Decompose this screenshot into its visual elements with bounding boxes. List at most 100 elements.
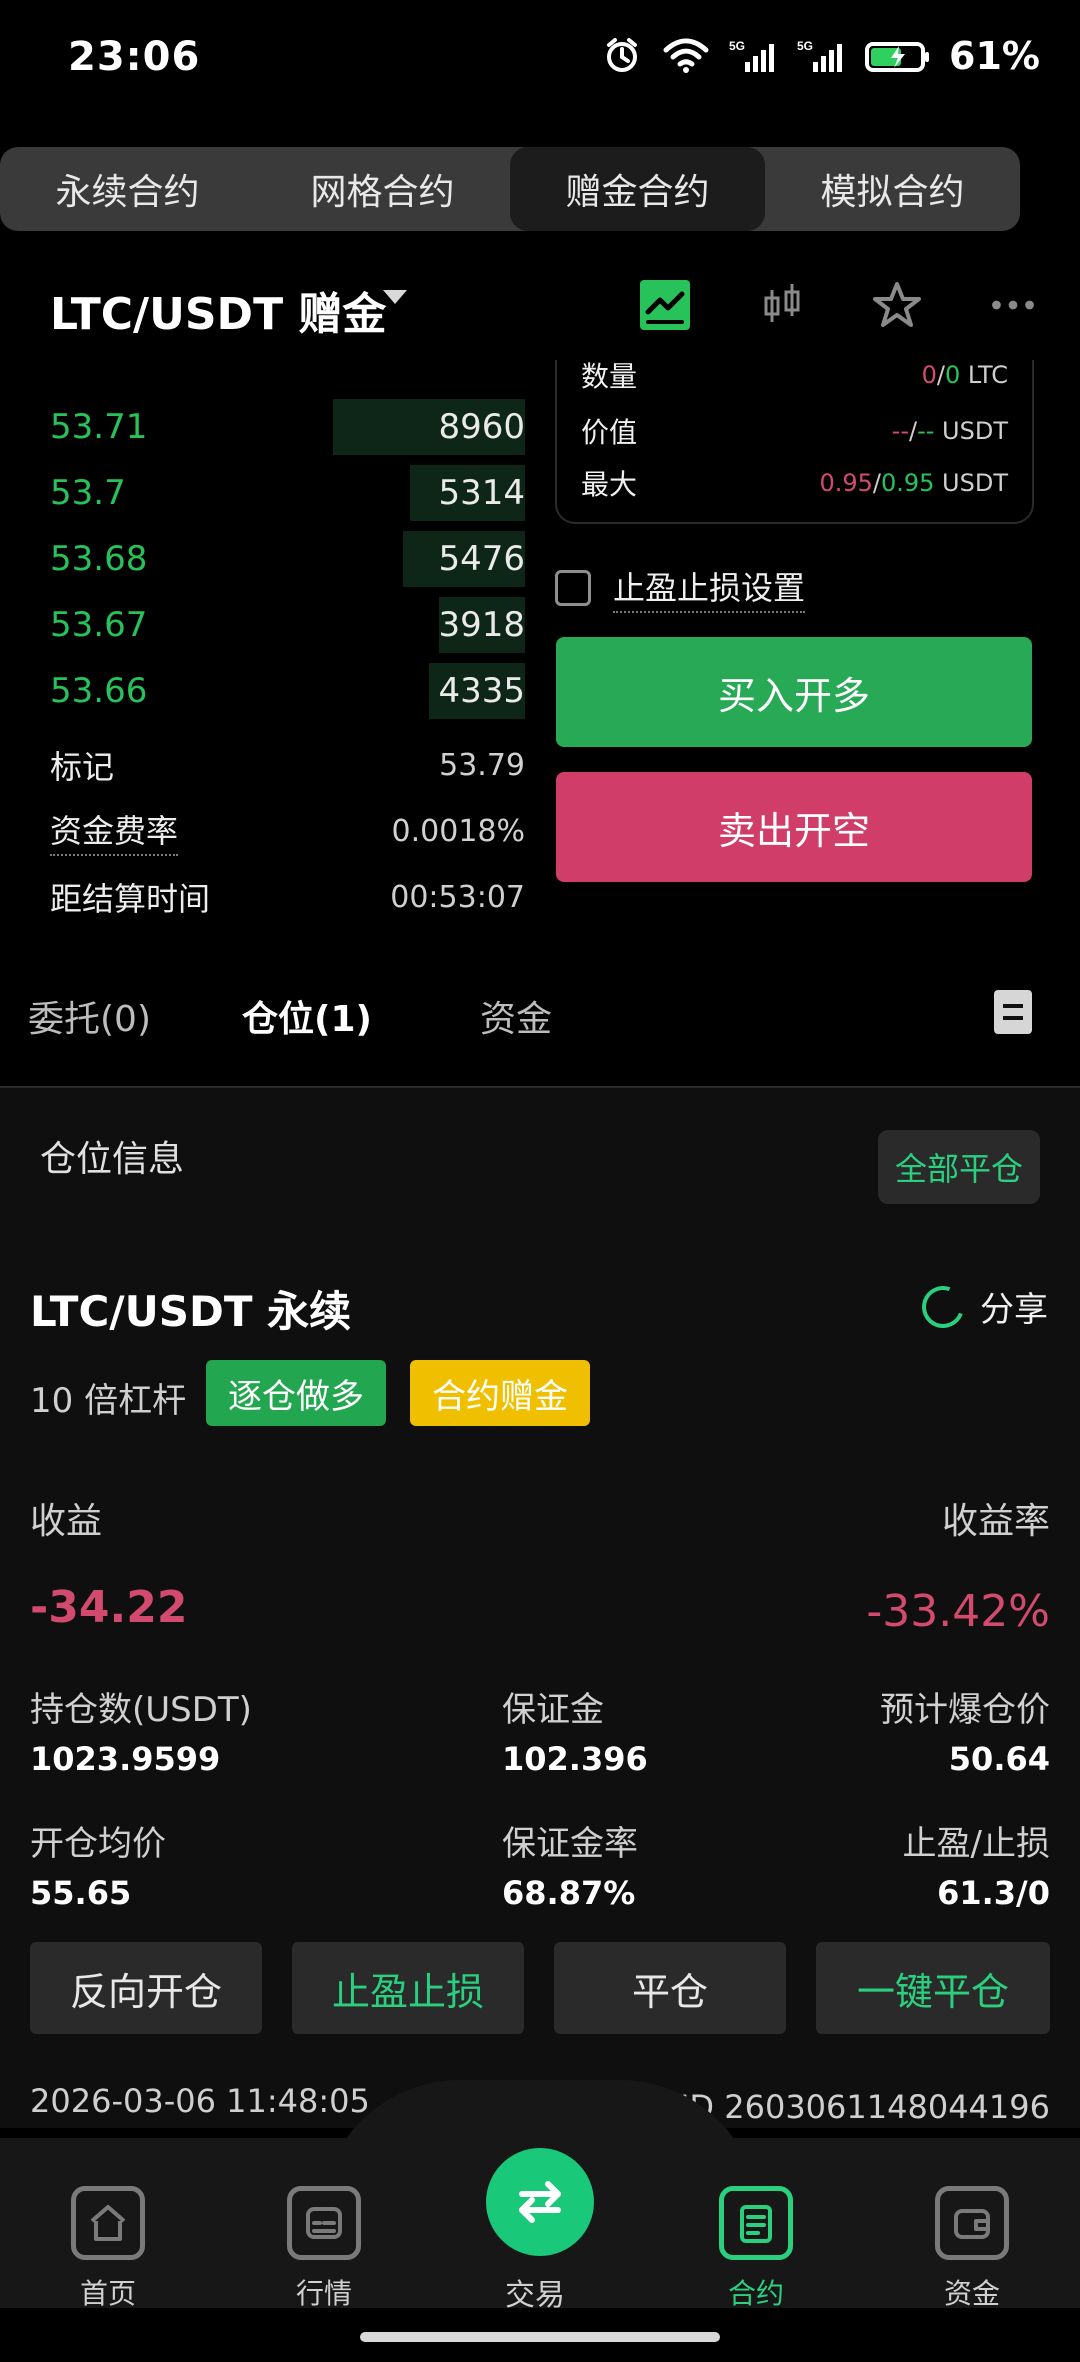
signal-5g-icon: 5G bbox=[729, 36, 779, 76]
swap-icon bbox=[519, 2181, 561, 2223]
margin-value: 102.396 bbox=[502, 1740, 648, 1778]
bid-qty: 3918 bbox=[438, 605, 525, 645]
quantity-label: 数量 bbox=[581, 360, 638, 393]
order-book-row[interactable]: 53.66 4335 bbox=[0, 658, 540, 724]
margin-rate-label: 保证金率 bbox=[502, 1824, 638, 1864]
position-timestamp: 2026-03-06 11:48:05 bbox=[30, 2082, 370, 2120]
funding-rate-value: 0.0018% bbox=[391, 813, 525, 849]
nav-market[interactable]: 行情 bbox=[244, 2186, 404, 2312]
alarm-icon bbox=[601, 35, 643, 77]
sell-short-button[interactable]: 卖出开空 bbox=[556, 772, 1032, 882]
contract-bonus-tag: 合约赠金 bbox=[410, 1360, 590, 1426]
order-book-row[interactable]: 53.68 5476 bbox=[0, 526, 540, 592]
isolated-long-tag: 逐仓做多 bbox=[206, 1360, 386, 1426]
trade-button[interactable] bbox=[486, 2148, 594, 2256]
battery-percent: 61% bbox=[949, 34, 1040, 78]
share-label: 分享 bbox=[980, 1290, 1048, 1330]
wifi-icon bbox=[661, 36, 711, 76]
tab-bonus[interactable]: 赠金合约 bbox=[510, 147, 765, 231]
signal-5g-icon: 5G bbox=[797, 36, 847, 76]
tp-sl-value: 61.3/0 bbox=[937, 1874, 1050, 1912]
tp-sl-checkbox[interactable] bbox=[555, 570, 591, 606]
pnl-rate-value: -33.42% bbox=[866, 1586, 1050, 1637]
tab-demo[interactable]: 模拟合约 bbox=[765, 147, 1020, 231]
home-icon bbox=[71, 2186, 145, 2260]
value-row: 价值 --/-- USDT bbox=[581, 406, 1008, 456]
mark-price-label: 标记 bbox=[50, 748, 115, 786]
tab-funds[interactable]: 资金 bbox=[480, 990, 552, 1042]
tab-perpetual[interactable]: 永续合约 bbox=[0, 147, 255, 231]
share-button[interactable]: 分享 bbox=[915, 1278, 1048, 1335]
wallet-icon bbox=[935, 2186, 1009, 2260]
funding-rate-label: 资金费率 bbox=[50, 806, 179, 856]
tab-grid[interactable]: 网格合约 bbox=[255, 147, 510, 231]
bid-price: 53.68 bbox=[50, 539, 148, 579]
tp-sl-label: 止盈/止损 bbox=[902, 1824, 1050, 1864]
svg-text:5G: 5G bbox=[729, 39, 745, 53]
close-all-button[interactable]: 全部平仓 bbox=[878, 1130, 1040, 1204]
share-icon bbox=[915, 1278, 971, 1335]
nav-contract[interactable]: 合约 bbox=[676, 2186, 836, 2312]
pnl-label: 收益 bbox=[30, 1501, 103, 1542]
order-book-row[interactable]: 53.71 8960 bbox=[0, 394, 540, 460]
position-info-title: 仓位信息 bbox=[40, 1139, 185, 1180]
chart-icon[interactable] bbox=[638, 278, 692, 332]
pnl-rate-label: 收益率 bbox=[941, 1501, 1050, 1542]
home-indicator bbox=[360, 2332, 720, 2342]
bid-qty: 8960 bbox=[438, 407, 525, 447]
bid-price: 53.66 bbox=[50, 671, 148, 711]
quantity-row: 数量 0/0 LTC bbox=[581, 350, 1008, 400]
tp-sl-setting[interactable]: 止盈止损设置 bbox=[555, 563, 806, 613]
chevron-down-icon[interactable] bbox=[383, 290, 407, 304]
status-bar-right: 5G 5G 61% bbox=[601, 30, 1040, 82]
value-label: 价值 bbox=[581, 416, 638, 449]
order-book: 53.71 8960 53.7 5314 53.68 5476 53.67 39… bbox=[0, 374, 540, 934]
market-icon bbox=[287, 2186, 361, 2260]
margin-label: 保证金 bbox=[502, 1690, 604, 1730]
mark-price-value: 53.79 bbox=[439, 747, 525, 783]
status-time: 23:06 bbox=[68, 34, 201, 80]
reverse-open-button[interactable]: 反向开仓 bbox=[30, 1942, 262, 2034]
buy-long-button[interactable]: 买入开多 bbox=[556, 637, 1032, 747]
nav-wallet[interactable]: 资金 bbox=[892, 2186, 1052, 2312]
avg-entry-value: 55.65 bbox=[30, 1874, 132, 1912]
order-book-row[interactable]: 53.67 3918 bbox=[0, 592, 540, 658]
tab-positions[interactable]: 仓位(1) bbox=[242, 990, 372, 1042]
quantity-value: 0/0 LTC bbox=[921, 361, 1008, 389]
one-click-close-button[interactable]: 一键平仓 bbox=[816, 1942, 1050, 2034]
pair-header-actions bbox=[638, 278, 1040, 332]
settlement-time-row: 距结算时间 00:53:07 bbox=[0, 864, 540, 930]
order-book-row[interactable]: 53.7 5314 bbox=[0, 460, 540, 526]
liq-price-label: 预计爆仓价 bbox=[880, 1690, 1050, 1730]
liq-price-value: 50.64 bbox=[948, 1740, 1050, 1778]
pair-title[interactable]: LTC/USDT 赠金 bbox=[50, 278, 386, 342]
battery-charging-icon bbox=[865, 36, 931, 76]
list-icon[interactable] bbox=[994, 990, 1032, 1034]
close-position-button[interactable]: 平仓 bbox=[554, 1942, 786, 2034]
max-label: 最大 bbox=[581, 468, 638, 501]
candlestick-icon[interactable] bbox=[754, 278, 808, 332]
contract-type-tabs: 永续合约 网格合约 赠金合约 模拟合约 bbox=[0, 147, 1020, 231]
bid-qty: 4335 bbox=[438, 671, 525, 711]
leverage-text: 10 倍杠杆 bbox=[30, 1381, 187, 1421]
bid-price: 53.71 bbox=[50, 407, 148, 447]
more-icon[interactable] bbox=[986, 278, 1040, 332]
settlement-time-value: 00:53:07 bbox=[390, 879, 525, 915]
bid-qty: 5314 bbox=[438, 473, 525, 513]
svg-text:5G: 5G bbox=[797, 39, 813, 53]
order-info-card: 数量 0/0 LTC 价值 --/-- USDT 最大 0.95/0.95 US… bbox=[555, 360, 1034, 524]
max-row: 最大 0.95/0.95 USDT bbox=[581, 458, 1008, 508]
settlement-time-label: 距结算时间 bbox=[50, 880, 211, 918]
pnl-value: -34.22 bbox=[30, 1582, 188, 1633]
position-size-value: 1023.9599 bbox=[30, 1740, 221, 1778]
max-value: 0.95/0.95 USDT bbox=[819, 469, 1008, 497]
star-icon[interactable] bbox=[870, 278, 924, 332]
funding-rate-row[interactable]: 资金费率 0.0018% bbox=[0, 798, 540, 864]
tab-orders[interactable]: 委托(0) bbox=[28, 990, 151, 1042]
positions-tabs: 委托(0) 仓位(1) 资金 bbox=[0, 990, 1080, 1090]
nav-home[interactable]: 首页 bbox=[28, 2186, 188, 2312]
tp-sl-label: 止盈止损设置 bbox=[613, 563, 806, 613]
tp-sl-button[interactable]: 止盈止损 bbox=[292, 1942, 524, 2034]
position-pair: LTC/USDT 永续 bbox=[30, 1287, 352, 1336]
mark-price-row: 标记 53.79 bbox=[0, 732, 540, 798]
